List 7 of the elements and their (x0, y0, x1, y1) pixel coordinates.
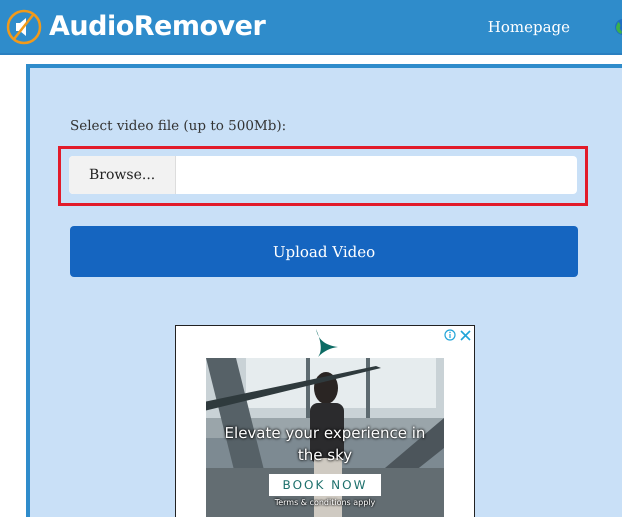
file-label: Select video file (up to 500Mb): (70, 118, 288, 134)
browse-button[interactable]: Browse... (69, 156, 176, 194)
upload-button[interactable]: Upload Video (70, 226, 578, 278)
nav-link[interactable]: Homepage (488, 18, 570, 36)
file-input[interactable]: Browse... (69, 156, 577, 194)
site-logo-text[interactable]: AudioRemover (49, 11, 266, 42)
book-now-button[interactable]: BOOK NOW (268, 474, 382, 496)
